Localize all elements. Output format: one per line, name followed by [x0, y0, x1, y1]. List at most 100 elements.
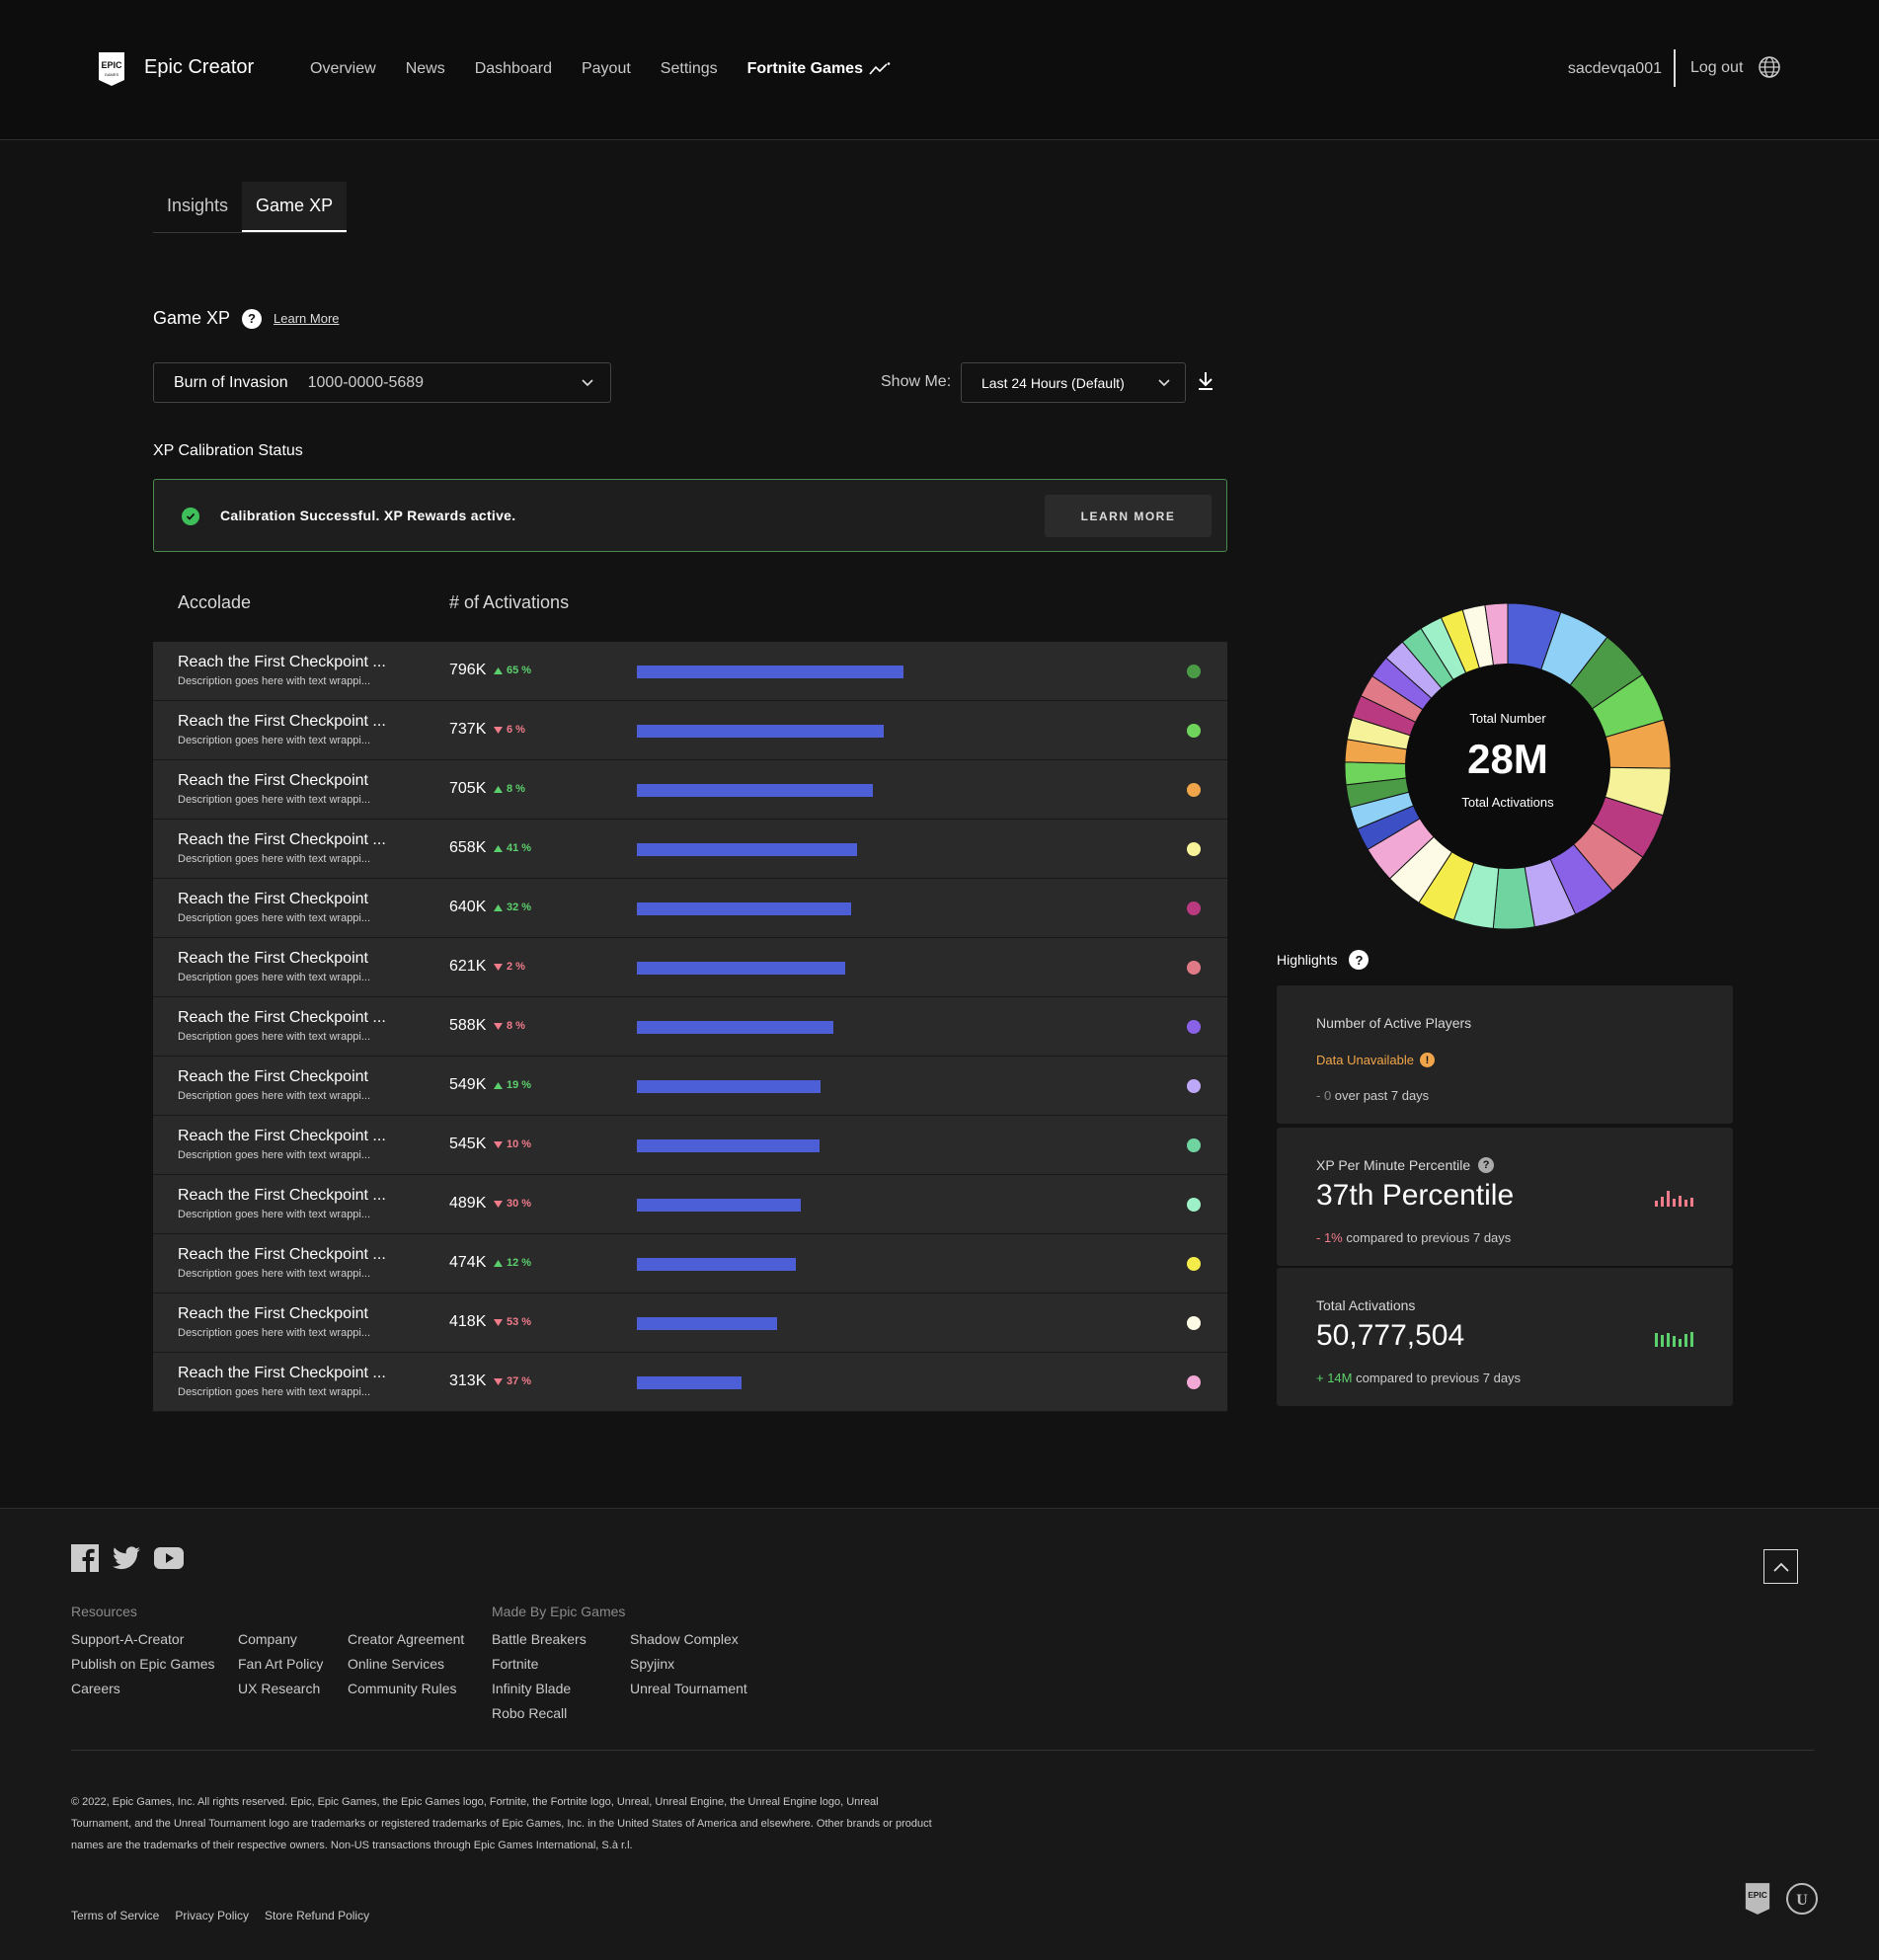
- accolade-title: Reach the First Checkpoint ...: [178, 1128, 386, 1144]
- footer-link[interactable]: Fortnite: [492, 1656, 538, 1672]
- globe-icon[interactable]: [1758, 55, 1781, 79]
- warning-icon[interactable]: !: [1420, 1053, 1436, 1067]
- table-row[interactable]: Reach the First Checkpoint ... Descriptio…: [153, 1353, 1227, 1412]
- table-row[interactable]: Reach the First Checkpoint ... Descriptio…: [153, 1116, 1227, 1175]
- footer-link[interactable]: UX Research: [238, 1681, 320, 1696]
- activation-count: 658K: [449, 839, 487, 856]
- table-row[interactable]: Reach the First Checkpoint Description go…: [153, 938, 1227, 997]
- color-legend-dot: [1187, 724, 1201, 738]
- footer-link[interactable]: Support-A-Creator: [71, 1631, 184, 1647]
- table-row[interactable]: Reach the First Checkpoint Description go…: [153, 879, 1227, 938]
- tab-insights[interactable]: Insights: [153, 182, 242, 232]
- footer-link[interactable]: Publish on Epic Games: [71, 1656, 215, 1672]
- learn-more-link[interactable]: Learn More: [274, 311, 339, 326]
- game-name: Burn of Invasion: [174, 373, 288, 391]
- table-row[interactable]: Reach the First Checkpoint Description go…: [153, 1294, 1227, 1353]
- activation-bar: [637, 1199, 801, 1212]
- card-label-wrap: XP Per Minute Percentile ?: [1316, 1157, 1495, 1173]
- color-legend-dot: [1187, 902, 1201, 915]
- nav-settings[interactable]: Settings: [661, 60, 718, 78]
- table-row[interactable]: Reach the First Checkpoint ... Descriptio…: [153, 642, 1227, 701]
- accolade-description: Description goes here with text wrappi..…: [178, 1209, 371, 1220]
- activation-bar: [637, 1080, 821, 1093]
- delta-value: + 14M: [1316, 1371, 1353, 1385]
- learn-more-button[interactable]: LEARN MORE: [1045, 495, 1212, 537]
- help-icon[interactable]: ?: [242, 308, 263, 329]
- arrow-down-icon: [494, 1140, 503, 1148]
- change-indicator: 8 %: [494, 1020, 525, 1032]
- table-row[interactable]: Reach the First Checkpoint Description go…: [153, 1057, 1227, 1116]
- sparkline-icon: [1655, 1331, 1693, 1347]
- brand-name[interactable]: Epic Creator: [144, 56, 254, 79]
- arrow-up-icon: [494, 1259, 503, 1267]
- footer-link[interactable]: Robo Recall: [492, 1705, 567, 1721]
- activation-bar: [637, 725, 884, 738]
- time-range-dropdown[interactable]: Last 24 Hours (Default): [961, 362, 1186, 403]
- table-row[interactable]: Reach the First Checkpoint ... Descriptio…: [153, 997, 1227, 1057]
- footer-link[interactable]: Creator Agreement: [348, 1631, 464, 1647]
- time-range-value: Last 24 Hours (Default): [981, 374, 1125, 391]
- arrow-down-icon: [494, 726, 503, 734]
- column-header-accolade[interactable]: Accolade: [178, 592, 251, 613]
- nav-overview[interactable]: Overview: [310, 60, 376, 78]
- change-indicator: 65 %: [494, 665, 531, 676]
- footer-link[interactable]: Community Rules: [348, 1681, 456, 1696]
- activation-bar: [637, 902, 851, 915]
- username[interactable]: sacdevqa001: [1568, 60, 1662, 78]
- table-row[interactable]: Reach the First Checkpoint Description go…: [153, 760, 1227, 820]
- sparkline-icon: [1655, 1191, 1693, 1207]
- change-indicator: 2 %: [494, 961, 525, 973]
- footer-link[interactable]: Spyjinx: [630, 1656, 674, 1672]
- header-divider: [1674, 49, 1676, 87]
- facebook-icon[interactable]: [71, 1544, 99, 1572]
- color-legend-dot: [1187, 1138, 1201, 1152]
- nav-dashboard[interactable]: Dashboard: [475, 60, 552, 78]
- table-row[interactable]: Reach the First Checkpoint ... Descriptio…: [153, 701, 1227, 760]
- game-code: 1000-0000-5689: [307, 373, 425, 391]
- activation-count: 549K: [449, 1076, 487, 1093]
- back-to-top-button[interactable]: [1763, 1549, 1798, 1584]
- table-row[interactable]: Reach the First Checkpoint ... Descriptio…: [153, 1234, 1227, 1294]
- activation-count: 474K: [449, 1254, 487, 1271]
- color-legend-dot: [1187, 665, 1201, 678]
- delta-period: compared to previous 7 days: [1346, 1230, 1512, 1245]
- column-header-activations[interactable]: # of Activations: [449, 592, 569, 613]
- accolade-title: Reach the First Checkpoint: [178, 1305, 368, 1322]
- footer-link[interactable]: Unreal Tournament: [630, 1681, 747, 1696]
- unreal-engine-logo-icon[interactable]: U: [1785, 1882, 1819, 1916]
- accolade-title: Reach the First Checkpoint ...: [178, 1246, 386, 1263]
- table-row[interactable]: Reach the First Checkpoint ... Descriptio…: [153, 820, 1227, 879]
- table-row[interactable]: Reach the First Checkpoint ... Descriptio…: [153, 1175, 1227, 1234]
- help-icon[interactable]: ?: [1349, 950, 1370, 970]
- footer-link[interactable]: Shadow Complex: [630, 1631, 739, 1647]
- nav-fortnite-games[interactable]: Fortnite Games: [747, 60, 891, 78]
- game-select-dropdown[interactable]: Burn of Invasion 1000-0000-5689: [153, 362, 611, 403]
- nav-payout[interactable]: Payout: [582, 60, 631, 78]
- footer-link[interactable]: Company: [238, 1631, 297, 1647]
- privacy-link[interactable]: Privacy Policy: [175, 1909, 249, 1922]
- footer-link[interactable]: Battle Breakers: [492, 1631, 587, 1647]
- twitter-icon[interactable]: [113, 1546, 140, 1570]
- footer-link[interactable]: Fan Art Policy: [238, 1656, 323, 1672]
- nav-news[interactable]: News: [406, 60, 445, 78]
- help-icon[interactable]: ?: [1478, 1157, 1495, 1173]
- footer-link[interactable]: Online Services: [348, 1656, 444, 1672]
- footer-link[interactable]: Infinity Blade: [492, 1681, 571, 1696]
- chevron-up-icon: [1772, 1562, 1789, 1572]
- accolade-title: Reach the First Checkpoint: [178, 891, 368, 907]
- terms-link[interactable]: Terms of Service: [71, 1909, 159, 1922]
- youtube-icon[interactable]: [154, 1547, 184, 1569]
- xp-percentile-card: XP Per Minute Percentile ? 37th Percenti…: [1277, 1128, 1733, 1266]
- tab-game-xp[interactable]: Game XP: [242, 182, 348, 232]
- footer: Resources Support-A-Creator Publish on E…: [0, 1508, 1879, 1960]
- activation-bar: [637, 784, 873, 797]
- download-icon[interactable]: [1197, 371, 1214, 391]
- show-me-label: Show Me:: [881, 373, 952, 390]
- epic-games-logo-icon[interactable]: EPIC: [1744, 1882, 1771, 1916]
- refund-policy-link[interactable]: Store Refund Policy: [265, 1909, 369, 1922]
- accolade-description: Description goes here with text wrappi..…: [178, 972, 371, 983]
- epic-games-logo-icon[interactable]: EPIC GAMES: [97, 51, 126, 87]
- logout-link[interactable]: Log out: [1690, 59, 1743, 77]
- footer-link[interactable]: Careers: [71, 1681, 120, 1696]
- page-title: Game XP: [153, 308, 231, 328]
